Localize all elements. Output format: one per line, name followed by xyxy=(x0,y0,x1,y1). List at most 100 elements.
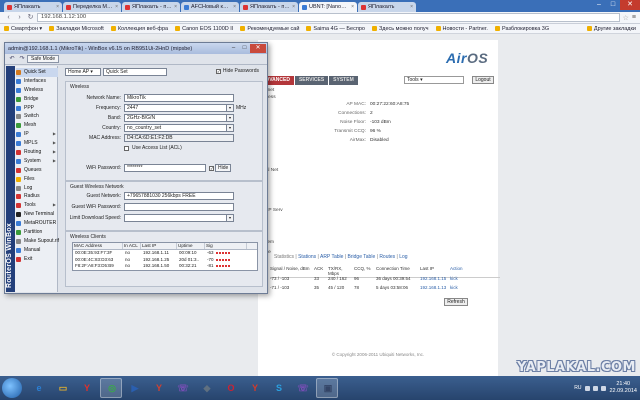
back-icon[interactable]: ‹ xyxy=(4,13,13,22)
column-header[interactable]: MAC Address xyxy=(73,243,123,249)
bookmark-item[interactable]: Здесь можно получ xyxy=(371,26,429,32)
link-log[interactable]: Log xyxy=(399,254,407,260)
wifi-password-input[interactable]: ******** xyxy=(124,164,206,172)
acl-checkbox[interactable] xyxy=(124,145,129,151)
skype-taskbar-icon[interactable]: S xyxy=(268,378,290,398)
menu-item-new-terminal[interactable]: New Terminal xyxy=(16,210,58,219)
media-taskbar-icon[interactable]: ▶ xyxy=(124,378,146,398)
menu-item-interfaces[interactable]: Interfaces xyxy=(16,77,58,86)
band-select[interactable]: 2GHz-B/G/N xyxy=(124,114,227,122)
close-tab-icon[interactable]: × xyxy=(292,4,295,10)
close-tab-icon[interactable]: × xyxy=(351,4,354,10)
close-button[interactable]: ✕ xyxy=(250,44,266,53)
airos-tab-services[interactable]: SERVICES xyxy=(294,76,329,85)
bookmark-item[interactable]: Закладки Microsoft xyxy=(49,26,104,32)
language-indicator[interactable]: RU xyxy=(574,385,581,391)
browser-tab[interactable]: ЯПлакалъ × xyxy=(4,2,62,12)
wifi-hide-checkbox[interactable]: ✓ xyxy=(209,165,214,171)
forward-icon[interactable]: › xyxy=(15,13,24,22)
acl-row[interactable]: Use Access List (ACL) xyxy=(124,144,182,152)
menu-item-bridge[interactable]: Bridge xyxy=(16,95,58,104)
menu-item-routing[interactable]: Routing ▶ xyxy=(16,148,58,157)
menu-item-manual[interactable]: Manual xyxy=(16,246,58,255)
undo-icon[interactable]: ↶ xyxy=(7,55,17,63)
yandex-taskbar-icon[interactable]: Y xyxy=(76,378,98,398)
kick-link[interactable]: kick xyxy=(450,276,464,281)
network-icon[interactable] xyxy=(593,385,599,391)
menu-item-metarouter[interactable]: MetaROUTER xyxy=(16,219,58,228)
chevron-down-icon[interactable]: ▾ xyxy=(227,214,234,222)
chevron-down-icon[interactable]: ▾ xyxy=(227,124,234,132)
close-tab-icon[interactable]: × xyxy=(410,4,413,10)
tools-select[interactable]: Tools ▾ xyxy=(404,76,464,84)
yandex2-taskbar-icon[interactable]: Y xyxy=(148,378,170,398)
browser-tab[interactable]: UBNT: [NanoBridge M× xyxy=(299,2,357,12)
country-select[interactable]: no_country_set xyxy=(124,124,227,132)
bookmark-item[interactable]: Рекомендуемые сай xyxy=(240,26,299,32)
guest-password-input[interactable] xyxy=(124,203,234,211)
logout-button[interactable]: Logout xyxy=(472,76,494,84)
frequency-select[interactable]: 2447 xyxy=(124,104,227,112)
menu-item-log[interactable]: Log xyxy=(16,184,58,193)
column-header[interactable]: In ACL xyxy=(123,243,141,249)
viber-taskbar-icon[interactable]: ☏ xyxy=(172,378,194,398)
winbox-titlebar[interactable]: admin@192.168.1.1 (MikroTik) - WinBox v6… xyxy=(5,43,267,54)
chevron-down-icon[interactable]: ▾ xyxy=(227,104,234,112)
hide-passwords-checkbox[interactable]: ✓ xyxy=(215,68,221,74)
menu-item-radius[interactable]: Radius xyxy=(16,192,58,201)
close-tab-icon[interactable]: × xyxy=(115,4,118,10)
browser-tab[interactable]: ЯПлакалъ - перезаг× xyxy=(240,2,298,12)
airos-tab-system[interactable]: SYSTEM xyxy=(329,76,358,85)
column-header[interactable]: Sig xyxy=(205,243,247,249)
bookmark-item[interactable]: Разблокировка 3G xyxy=(494,26,549,32)
menu-item-ip[interactable]: IP ▶ xyxy=(16,130,58,139)
link-stations[interactable]: Stations xyxy=(298,254,316,260)
menu-icon[interactable]: ≡ xyxy=(632,14,636,21)
column-header[interactable]: Last IP xyxy=(141,243,177,249)
link-bridge-table[interactable]: Bridge Table xyxy=(348,254,376,260)
link-arp-table[interactable]: ARP Table xyxy=(320,254,343,260)
ip-link[interactable]: 192.168.1.15 xyxy=(420,276,450,281)
link-routes[interactable]: Routes xyxy=(379,254,395,260)
refresh-button[interactable]: Refresh xyxy=(444,298,468,306)
menu-item-make-supout-rif[interactable]: Make Supout.rif xyxy=(16,237,59,246)
close-tab-icon[interactable]: × xyxy=(233,4,236,10)
maximize-icon[interactable]: □ xyxy=(606,0,620,10)
guest-network-input[interactable]: +79657881030 256kbps FREE xyxy=(124,192,234,200)
chrome-taskbar-icon[interactable]: ◎ xyxy=(100,378,122,398)
kick-link[interactable]: kick xyxy=(450,285,464,290)
menu-item-partition[interactable]: Partition xyxy=(16,228,58,237)
browser-tab[interactable]: ЯПлакалъ × xyxy=(358,2,416,12)
other-bookmarks[interactable]: Другие закладки xyxy=(586,26,636,32)
folder-taskbar-icon[interactable]: ▭ xyxy=(52,378,74,398)
reload-icon[interactable]: ↻ xyxy=(26,13,35,22)
yandex3-taskbar-icon[interactable]: Y xyxy=(244,378,266,398)
game-taskbar-icon[interactable]: ◆ xyxy=(196,378,218,398)
start-button[interactable] xyxy=(2,378,22,398)
menu-item-queues[interactable]: Queues xyxy=(16,166,58,175)
menu-item-files[interactable]: Files xyxy=(16,175,58,184)
star-icon[interactable]: ☆ xyxy=(623,14,629,22)
chevron-down-icon[interactable]: ▾ xyxy=(227,114,234,122)
menu-item-tools[interactable]: Tools ▶ xyxy=(16,201,58,210)
safe-mode-button[interactable]: Safe Mode xyxy=(27,55,60,63)
bookmark-item[interactable]: Новости - Partner. xyxy=(435,26,488,32)
mode-select[interactable]: Home AP ▾ xyxy=(65,68,101,76)
menu-item-system[interactable]: System ▶ xyxy=(16,157,58,166)
menu-item-exit[interactable]: Exit xyxy=(16,255,58,264)
menu-item-ppp[interactable]: PPP xyxy=(16,104,58,113)
volume-icon[interactable] xyxy=(601,385,607,391)
url-input[interactable]: 192.168.1.12:100 xyxy=(37,13,620,22)
menu-item-mpls[interactable]: MPLS ▶ xyxy=(16,139,58,148)
flag-icon[interactable] xyxy=(585,385,591,391)
menu-item-quick-set[interactable]: Quick Set xyxy=(16,68,58,77)
menu-item-switch[interactable]: Switch xyxy=(16,112,58,121)
browser-tab[interactable]: ЯПлакалъ - переход× xyxy=(122,2,180,12)
winbox-taskbar-icon[interactable]: ▣ xyxy=(316,378,338,398)
bookmark-item[interactable]: Saima 4G — Беспро xyxy=(306,26,365,32)
menu-item-wireless[interactable]: Wireless xyxy=(16,86,58,95)
menu-item-mesh[interactable]: Mesh xyxy=(16,121,58,130)
minimize-icon[interactable]: – xyxy=(592,0,606,10)
column-header[interactable]: Uptime xyxy=(177,243,205,249)
viber2-taskbar-icon[interactable]: ☏ xyxy=(292,378,314,398)
